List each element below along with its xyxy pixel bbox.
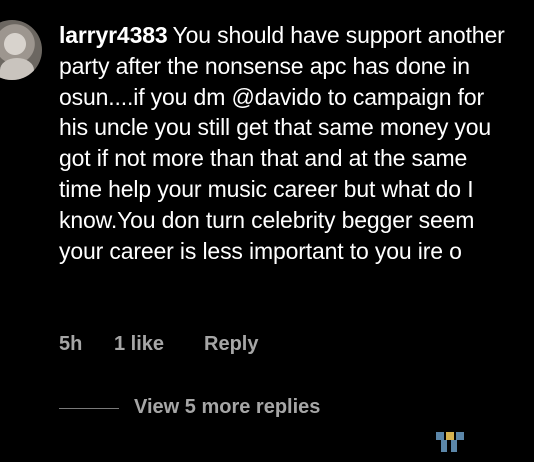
comment-likes[interactable]: 1 like	[114, 333, 204, 356]
decorative-logo-icon	[436, 432, 468, 454]
reply-button[interactable]: Reply	[204, 333, 264, 356]
view-more-replies-link[interactable]: View 5 more replies	[134, 396, 320, 419]
comment-username[interactable]: larryr4383	[59, 22, 168, 48]
avatar[interactable]	[0, 20, 42, 80]
replies-divider	[59, 408, 119, 409]
comment-text: You should have support another party af…	[59, 22, 505, 264]
comment-time: 5h	[59, 333, 83, 355]
comment-meta: 5h 1 like Reply	[59, 333, 264, 356]
comment-body: larryr4383 You should have support anothe…	[59, 20, 509, 266]
